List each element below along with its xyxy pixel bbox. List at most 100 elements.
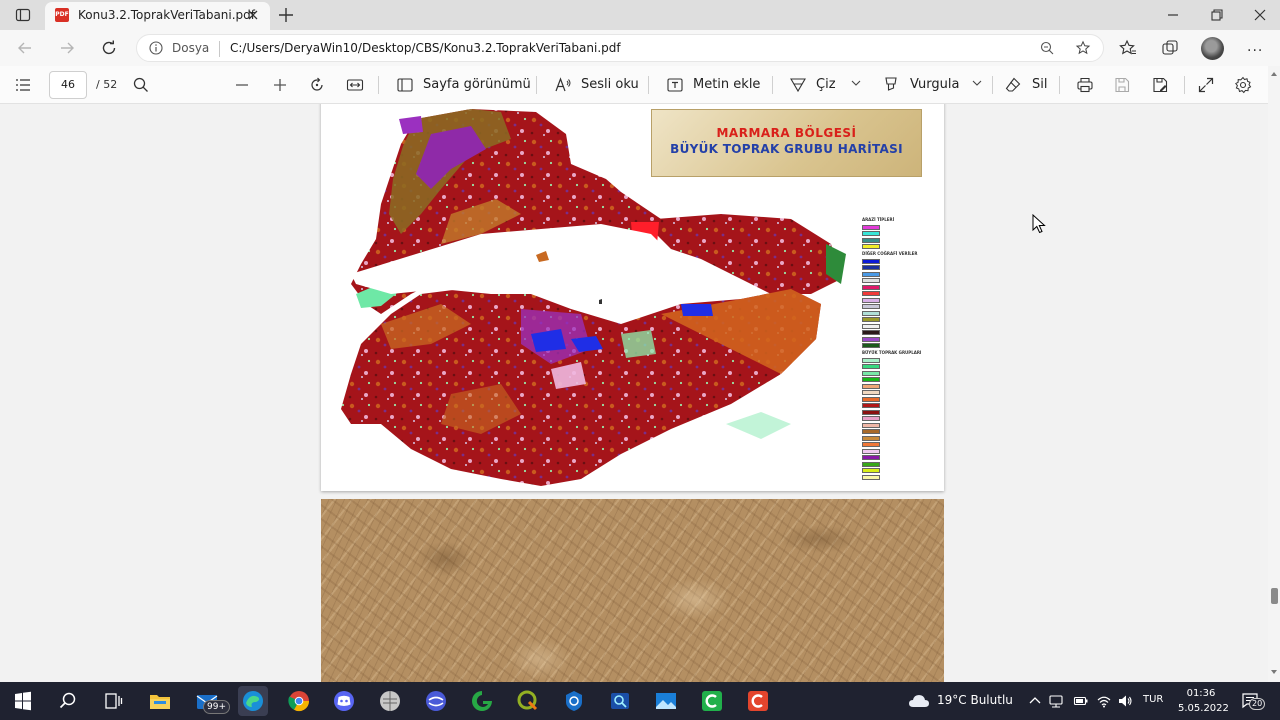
legend-swatch: [862, 474, 880, 480]
legend-swatch: [862, 304, 880, 310]
clock[interactable]: 01:36 5.05.2022: [1178, 686, 1229, 716]
page-number-input[interactable]: 46: [49, 71, 87, 99]
scrollbar-thumb[interactable]: [1271, 588, 1278, 604]
contents-icon[interactable]: [14, 76, 32, 94]
chrome-icon[interactable]: [286, 688, 312, 714]
taskbar: 99+ 19°C Bulutlu TUR 01:36 5.05.2022 20: [0, 682, 1280, 720]
save-as-icon[interactable]: [1151, 76, 1169, 94]
map-title-line2: BÜYÜK TOPRAK GRUBU HARİTASI: [670, 142, 903, 156]
highlight-icon[interactable]: [882, 76, 900, 94]
draw-icon[interactable]: [789, 76, 807, 94]
legend-swatch: [862, 429, 880, 435]
settings-icon[interactable]: [1234, 76, 1252, 94]
app-icon[interactable]: [607, 688, 633, 714]
wifi-icon[interactable]: [1096, 693, 1112, 709]
map-title-line1: MARMARA BÖLGESİ: [716, 126, 857, 140]
zoom-out-icon[interactable]: [233, 76, 251, 94]
notification-count: 20: [1249, 698, 1266, 710]
page-view-icon[interactable]: [396, 76, 414, 94]
network-drive-icon[interactable]: [1048, 693, 1064, 709]
refresh-icon[interactable]: [100, 39, 118, 57]
erase-button[interactable]: Sil: [1032, 77, 1047, 92]
add-text-button[interactable]: Metin ekle: [693, 77, 760, 92]
close-tab-icon[interactable]: [245, 7, 261, 23]
legend-swatch: [862, 377, 880, 383]
scroll-up-icon[interactable]: [1270, 70, 1278, 78]
legend-swatch: [862, 224, 880, 230]
fit-width-icon[interactable]: [346, 76, 364, 94]
zoom-icon[interactable]: [1039, 40, 1055, 56]
more-options-icon[interactable]: ···: [1247, 43, 1263, 59]
qgis-icon[interactable]: [515, 688, 541, 714]
zoom-in-icon[interactable]: [271, 76, 289, 94]
highlight-button[interactable]: Vurgula: [910, 77, 959, 92]
fullscreen-icon[interactable]: [1197, 76, 1215, 94]
back-icon[interactable]: [16, 39, 34, 57]
weather-text[interactable]: 19°C Bulutlu: [937, 693, 1013, 707]
favorites-icon[interactable]: [1119, 39, 1137, 57]
legend-section-title: BÜYÜK TOPRAK GRUPLARI: [862, 350, 922, 355]
minimize-icon[interactable]: [1163, 5, 1183, 25]
app-icon[interactable]: [469, 688, 495, 714]
discord-icon[interactable]: [331, 688, 357, 714]
edge-taskbar-button[interactable]: [238, 686, 268, 716]
active-tab[interactable]: PDF Konu3.2.ToprakVeriTabani.pdf: [45, 2, 270, 30]
pdf-viewport[interactable]: MARMARA BÖLGESİ BÜYÜK TOPRAK GRUBU HARİT…: [0, 104, 1268, 682]
legend-swatch: [862, 455, 880, 461]
notification-center[interactable]: 20: [1241, 690, 1266, 710]
app-icon[interactable]: [377, 688, 403, 714]
legend-swatch: [862, 416, 880, 422]
add-text-icon[interactable]: [666, 76, 684, 94]
task-view-icon[interactable]: [100, 688, 126, 714]
legend-item: [862, 474, 942, 481]
scroll-down-icon[interactable]: [1270, 668, 1278, 676]
page-total: / 52: [96, 78, 118, 91]
divider: [378, 76, 379, 94]
cloud-icon[interactable]: [908, 693, 930, 709]
eraser-icon[interactable]: [1004, 76, 1022, 94]
legend-swatch: [862, 383, 880, 389]
legend-swatch: [862, 284, 880, 290]
legend-swatch: [862, 370, 880, 376]
pdf-page-textured: [321, 499, 944, 682]
edge-icon: [243, 691, 263, 711]
rotate-icon[interactable]: [308, 76, 326, 94]
volume-icon[interactable]: [1117, 693, 1133, 709]
save-icon[interactable]: [1113, 76, 1131, 94]
new-tab-icon[interactable]: [276, 5, 296, 25]
url-text[interactable]: C:/Users/DeryaWin10/Desktop/CBS/Konu3.2.…: [230, 41, 621, 55]
chevron-down-icon[interactable]: [850, 77, 862, 89]
url-bar[interactable]: Dosya C:/Users/DeryaWin10/Desktop/CBS/Ko…: [136, 34, 1104, 62]
draw-button[interactable]: Çiz: [816, 77, 836, 92]
restore-icon[interactable]: [1207, 5, 1227, 25]
legend-swatch: [862, 265, 880, 271]
app-icon[interactable]: [561, 688, 587, 714]
browser-app-icon[interactable]: [423, 688, 449, 714]
app-icon[interactable]: [699, 688, 725, 714]
profile-avatar[interactable]: [1201, 37, 1224, 60]
file-explorer-icon[interactable]: [147, 688, 173, 714]
read-aloud-button[interactable]: Sesli oku: [581, 77, 639, 92]
photos-icon[interactable]: [653, 688, 679, 714]
collections-icon[interactable]: [1161, 39, 1179, 57]
app-icon[interactable]: [745, 688, 771, 714]
chevron-down-icon[interactable]: [971, 77, 983, 89]
site-label: Dosya: [172, 41, 210, 55]
tab-actions-icon[interactable]: [15, 7, 31, 23]
read-aloud-icon[interactable]: [554, 76, 572, 94]
page-view-button[interactable]: Sayfa görünümü: [423, 77, 531, 92]
battery-icon[interactable]: [1073, 693, 1089, 709]
windows-start-icon[interactable]: [10, 688, 36, 714]
chevron-up-icon[interactable]: [1027, 693, 1043, 709]
search-icon[interactable]: [55, 688, 81, 714]
close-window-icon[interactable]: [1250, 5, 1270, 25]
forward-icon[interactable]: [58, 39, 76, 57]
add-favorite-icon[interactable]: [1075, 40, 1091, 56]
print-icon[interactable]: [1076, 76, 1094, 94]
legend-swatch: [862, 357, 880, 363]
input-language[interactable]: TUR: [1143, 694, 1163, 705]
vertical-scrollbar[interactable]: [1268, 66, 1280, 682]
info-icon[interactable]: [149, 41, 163, 55]
tab-strip: PDF Konu3.2.ToprakVeriTabani.pdf: [0, 0, 1280, 30]
search-icon[interactable]: [132, 76, 150, 94]
